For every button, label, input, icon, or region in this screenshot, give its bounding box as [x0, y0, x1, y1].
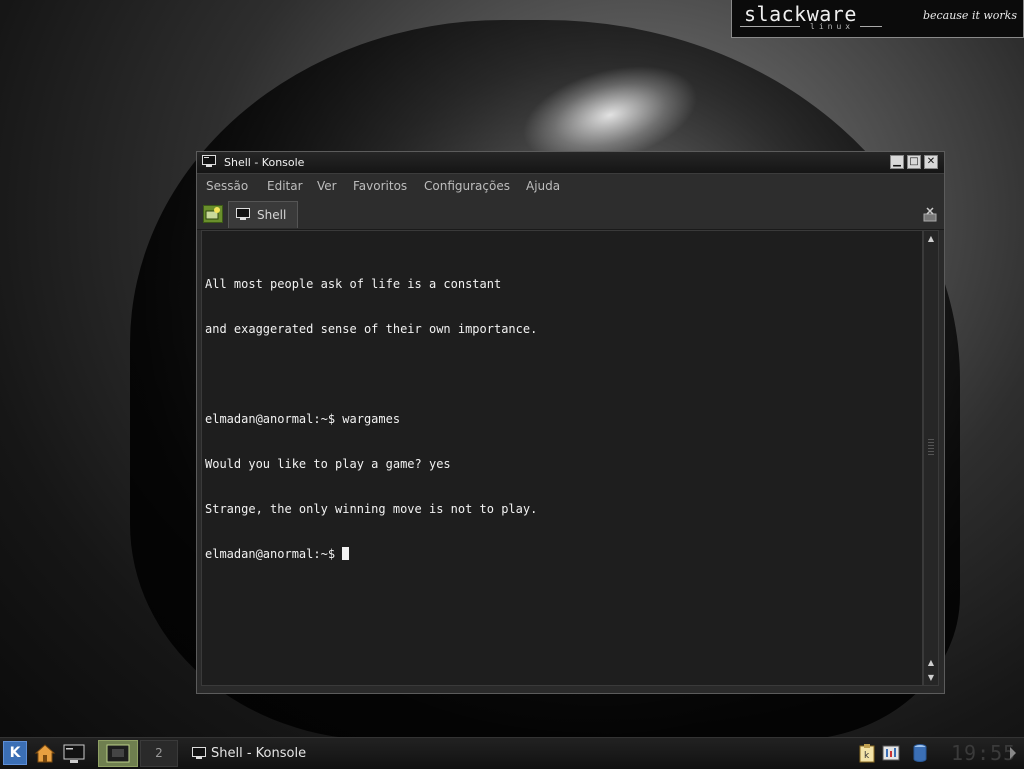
- menu-ajuda[interactable]: Ajuda: [526, 179, 560, 193]
- menubar: Sessão Editar Ver Favoritos Configuraçõe…: [197, 174, 944, 198]
- clock[interactable]: 19:55: [951, 741, 1016, 765]
- slackware-logo: slackware linux because it works: [731, 0, 1024, 38]
- kmenu-button[interactable]: K: [3, 741, 27, 765]
- text-cursor: [342, 547, 350, 560]
- terminal-icon: [192, 747, 206, 759]
- new-session-button[interactable]: [203, 205, 223, 223]
- menu-ver[interactable]: Ver: [317, 179, 337, 193]
- window-title: Shell - Konsole: [224, 156, 305, 169]
- terminal-prompt-line: elmadan@anormal:~$: [205, 547, 537, 562]
- terminal-output[interactable]: All most people ask of life is a constan…: [201, 230, 923, 686]
- tab-shell[interactable]: Shell: [228, 201, 298, 228]
- tab-bar: Shell: [197, 198, 944, 230]
- logo-rule: [740, 26, 800, 27]
- konsole-window: Shell - Konsole ▁ □ ✕ Sessão Editar Ver …: [196, 151, 945, 694]
- terminal-icon[interactable]: [202, 155, 216, 167]
- menu-configuracoes[interactable]: Configurações: [424, 179, 510, 193]
- svg-text:k: k: [864, 751, 870, 761]
- logo-tagline: because it works: [922, 9, 1017, 22]
- terminal-prompt: elmadan@anormal:~$: [205, 547, 343, 561]
- vertical-scrollbar[interactable]: ▲ ▲ ▼: [923, 230, 939, 686]
- panel-hide-arrow-icon[interactable]: [1010, 747, 1016, 759]
- menu-editar[interactable]: Editar: [267, 179, 303, 193]
- taskbar-task-konsole[interactable]: Shell - Konsole: [186, 740, 416, 767]
- task-label: Shell - Konsole: [211, 746, 307, 761]
- terminal-text: All most people ask of life is a constan…: [205, 247, 537, 592]
- desktop-thumbnail-icon: [106, 744, 130, 763]
- logo-rule: [860, 26, 882, 27]
- menu-sessao[interactable]: Sessão: [206, 179, 248, 193]
- close-button[interactable]: ✕: [924, 155, 938, 169]
- scroll-up-arrow[interactable]: ▲: [926, 658, 936, 668]
- close-session-icon[interactable]: [922, 206, 938, 222]
- terminal-line: and exaggerated sense of their own impor…: [205, 322, 538, 336]
- menu-favoritos[interactable]: Favoritos: [353, 179, 407, 193]
- terminal-line: elmadan@anormal:~$ wargames: [205, 412, 401, 426]
- klipper-clipboard-icon[interactable]: k: [857, 743, 877, 763]
- window-titlebar[interactable]: Shell - Konsole ▁ □ ✕: [197, 152, 944, 174]
- maximize-button[interactable]: □: [907, 155, 921, 169]
- scroll-down-arrow[interactable]: ▼: [926, 673, 936, 683]
- terminal-line: Would you like to play a game? yes: [205, 457, 451, 471]
- logo-subtitle: linux: [810, 22, 855, 31]
- new-session-icon: [205, 207, 220, 220]
- storage-icon[interactable]: [910, 743, 930, 763]
- mixer-icon[interactable]: [881, 743, 901, 763]
- desktop-pager-2[interactable]: 2: [140, 740, 178, 767]
- scroll-up-arrow[interactable]: ▲: [926, 234, 936, 244]
- minimize-button[interactable]: ▁: [890, 155, 904, 169]
- home-folder-icon[interactable]: [33, 741, 57, 765]
- terminal-line: Strange, the only winning move is not to…: [205, 502, 538, 516]
- terminal-launcher-icon[interactable]: [62, 741, 86, 765]
- scrollbar-grip[interactable]: [928, 439, 934, 457]
- terminal-line: ​: [205, 367, 537, 382]
- terminal-line: All most people ask of life is a constan…: [205, 277, 502, 291]
- desktop-pager-1[interactable]: [98, 740, 138, 767]
- tab-label: Shell: [257, 208, 287, 222]
- terminal-icon: [236, 208, 250, 220]
- taskbar: K 2 Shell - Konsole k 19:55: [0, 737, 1024, 769]
